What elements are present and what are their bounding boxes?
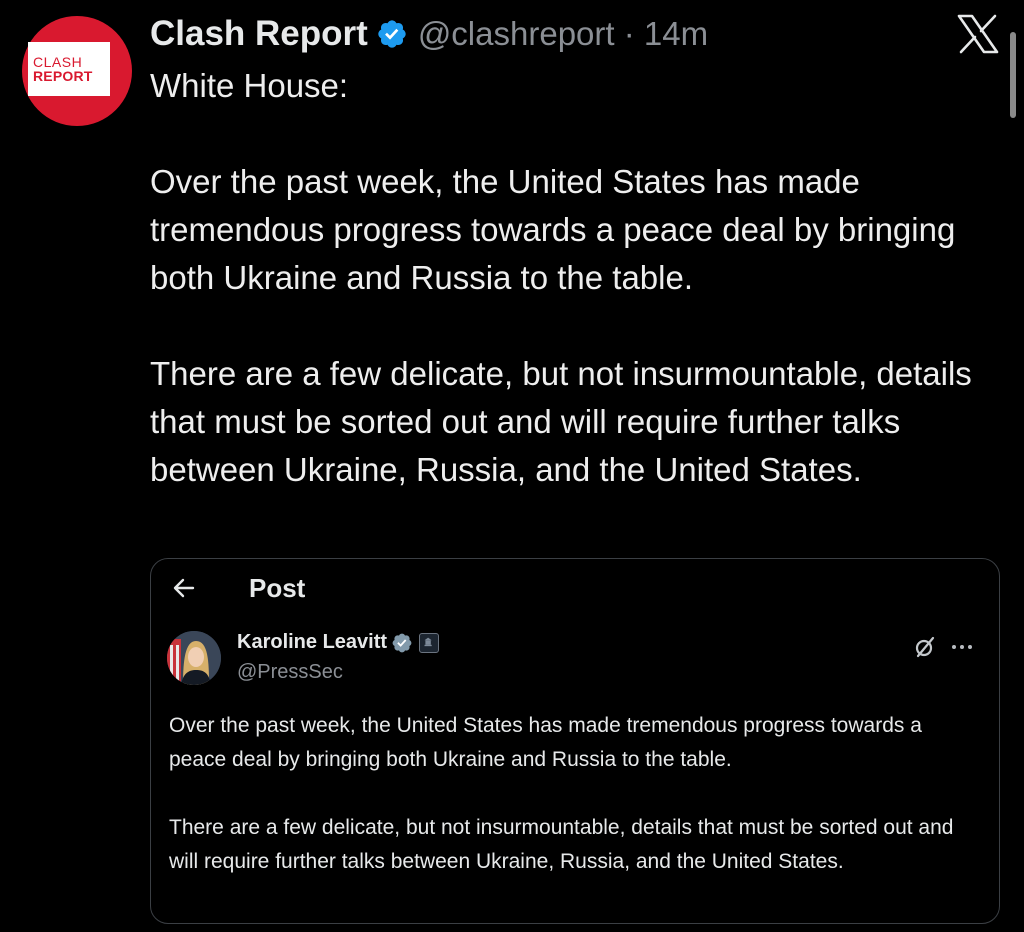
embed-author-handle: @PressSec: [237, 661, 343, 683]
embed-author-avatar: [167, 631, 221, 685]
embed-topbar: Post: [151, 559, 999, 619]
government-affiliation-icon: [419, 632, 440, 653]
embed-author-name: Karoline Leavitt: [237, 631, 388, 653]
clash-report-logo: CLASH REPORT: [28, 42, 110, 96]
tweet-text: White House: Over the past week, the Uni…: [150, 62, 990, 494]
tweet-paragraph-2: There are a few delicate, but not insurm…: [150, 355, 972, 488]
author-name[interactable]: Clash Report: [150, 14, 368, 54]
embed-post-text: Over the past week, the United States ha…: [169, 709, 969, 879]
scrollbar[interactable]: [1010, 32, 1016, 118]
post-header: Clash Report @clashreport · 14m: [150, 12, 708, 56]
logo-line2: REPORT: [33, 67, 93, 84]
x-logo-icon[interactable]: [956, 14, 1000, 54]
verified-badge-icon[interactable]: [376, 18, 408, 50]
tweet-paragraph-1: Over the past week, the United States ha…: [150, 163, 956, 296]
grok-icon: [913, 635, 937, 659]
embed-author-row: Karoline Leavitt: [237, 631, 440, 654]
more-icon: [949, 635, 975, 659]
embed-paragraph-2: There are a few delicate, but not insurm…: [169, 816, 954, 873]
author-handle-time[interactable]: @clashreport · 14m: [418, 15, 708, 53]
embed-paragraph-1: Over the past week, the United States ha…: [169, 714, 922, 771]
tweet-line1: White House:: [150, 67, 349, 104]
post-screen: CLASH REPORT Clash Report @clashreport ·…: [0, 0, 1024, 932]
logo-line1: CLASH: [33, 53, 83, 70]
embed-title: Post: [249, 573, 306, 603]
embed-verified-badge-icon: [391, 632, 413, 654]
back-arrow-icon: [171, 575, 197, 601]
embedded-post-screenshot[interactable]: Post Karoline Leavitt @PressSec Over the…: [150, 558, 1000, 924]
